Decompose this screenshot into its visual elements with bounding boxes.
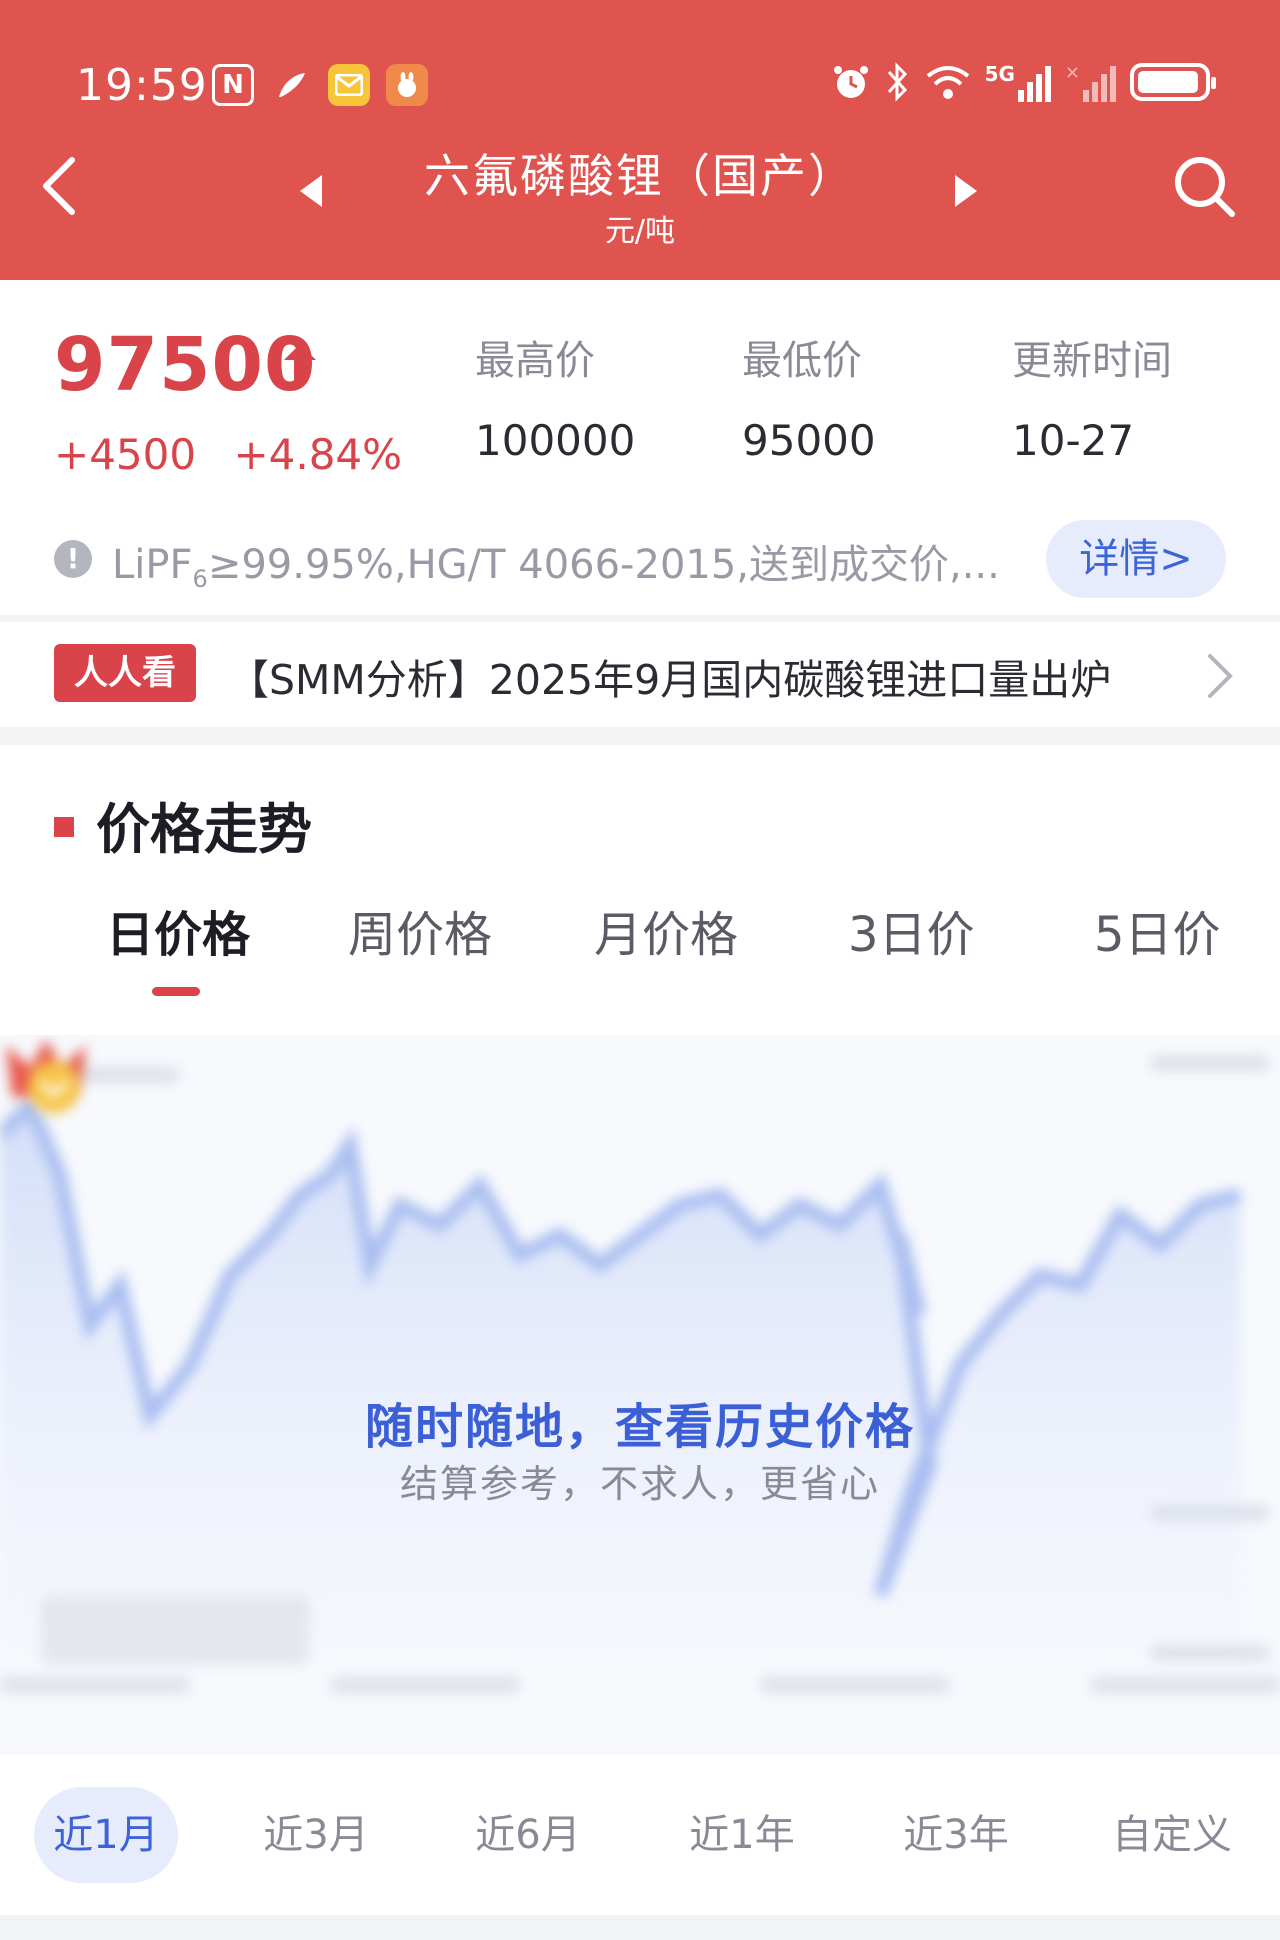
stat-low-label: 最低价 [742,338,862,384]
section-title: 价格走势 [54,785,312,864]
price-change-pct: +4.84% [233,430,403,479]
spec-rest: ≥99.95%,HG/T 4066-2015,送到成交价,... [207,542,1000,588]
blurred-price-chart: 随时随地，查看历史价格 结算参考，不求人，更省心 [0,1035,1280,1755]
app-header: 19:59 N 5G × 六氟磷酸锂（国产） 元/吨 [0,0,1280,280]
bluetooth-icon [887,62,907,102]
range-3-months[interactable]: 近3月 [244,1787,388,1883]
next-product-icon[interactable] [955,175,977,207]
price-change-abs: +4500 [54,430,197,479]
range-3-years[interactable]: 近3年 [884,1787,1028,1883]
stat-updated: 更新时间 10-27 [1012,328,1172,465]
history-promo-overlay[interactable]: 随时随地，查看历史价格 结算参考，不求人，更省心 [0,1035,1280,1755]
spec-prefix: LiPF [112,542,193,588]
range-6-months[interactable]: 近6月 [456,1787,600,1883]
battery-icon [1130,63,1216,101]
arrow-up-icon [284,344,316,380]
price-change: +4500 +4.84% [54,430,426,479]
stat-low: 最低价 95000 [742,328,876,465]
wifi-icon [926,66,969,99]
price-unit: 元/吨 [604,214,676,249]
network-label: 5G [984,62,1015,86]
stat-updated-label: 更新时间 [1012,338,1172,384]
no-signal-icon: × [1065,62,1116,102]
range-selector: 近1月 近3月 近6月 近1年 近3年 自定义 [0,1775,1280,1885]
stat-high: 最高价 100000 [475,328,635,465]
bunny-app-icon [386,64,428,106]
active-tab-indicator [152,987,200,996]
status-bar: 19:59 N 5G × [76,60,1216,116]
price-trend-section: 价格走势 日价格 周价格 月价格 3日价 5日价 随时随地，查看历史价格 结算参… [0,745,1280,1915]
feather-icon [270,64,312,106]
mail-icon [328,64,370,106]
news-strip[interactable]: 人人看 【SMM分析】2025年9月国内碳酸锂进口量出炉 [0,622,1280,727]
nav-bar: 六氟磷酸锂（国产） 元/吨 [0,130,1280,250]
nfc-icon: N [212,64,254,106]
info-icon: ! [54,540,92,578]
details-button[interactable]: 详情> [1046,520,1226,598]
stat-updated-value: 10-27 [1012,416,1135,465]
alarm-icon [833,66,868,98]
product-spec: LiPF6≥99.95%,HG/T 4066-2015,送到成交价,... [112,532,1042,593]
range-1-year[interactable]: 近1年 [670,1787,814,1883]
news-badge: 人人看 [54,644,196,702]
tab-weekly[interactable]: 周价格 [348,895,492,965]
range-1-month[interactable]: 近1月 [34,1787,178,1883]
promo-subtitle: 结算参考，不求人，更省心 [399,1462,880,1506]
5g-signal-icon: 5G [985,62,1051,102]
news-headline[interactable]: 【SMM分析】2025年9月国内碳酸锂进口量出炉 [228,646,1111,706]
status-app-icons: N [212,64,428,106]
stat-high-label: 最高价 [475,338,595,384]
range-custom[interactable]: 自定义 [1100,1787,1244,1883]
chevron-right-icon [1208,654,1233,698]
status-time: 19:59 [76,60,208,111]
tab-5day[interactable]: 5日价 [1094,895,1221,965]
tab-daily[interactable]: 日价格 [106,895,250,965]
stat-low-value: 95000 [742,416,876,465]
spec-row: ! LiPF6≥99.95%,HG/T 4066-2015,送到成交价,... … [54,520,1240,600]
search-icon[interactable] [1170,152,1240,222]
current-price: 97500 [54,322,317,408]
crown-badge-icon [6,1039,86,1113]
tab-3day[interactable]: 3日价 [848,895,975,965]
tab-monthly[interactable]: 月价格 [594,895,738,965]
price-card: 97500 +4500 +4.84% 最高价 100000 最低价 95000 … [0,280,1280,615]
status-right-icons: 5G × [831,62,1216,102]
stat-high-value: 100000 [475,416,636,465]
promo-title[interactable]: 随时随地，查看历史价格 [0,1387,1280,1457]
spec-subscript: 6 [192,565,208,593]
page-title: 六氟磷酸锂（国产） [424,149,856,203]
